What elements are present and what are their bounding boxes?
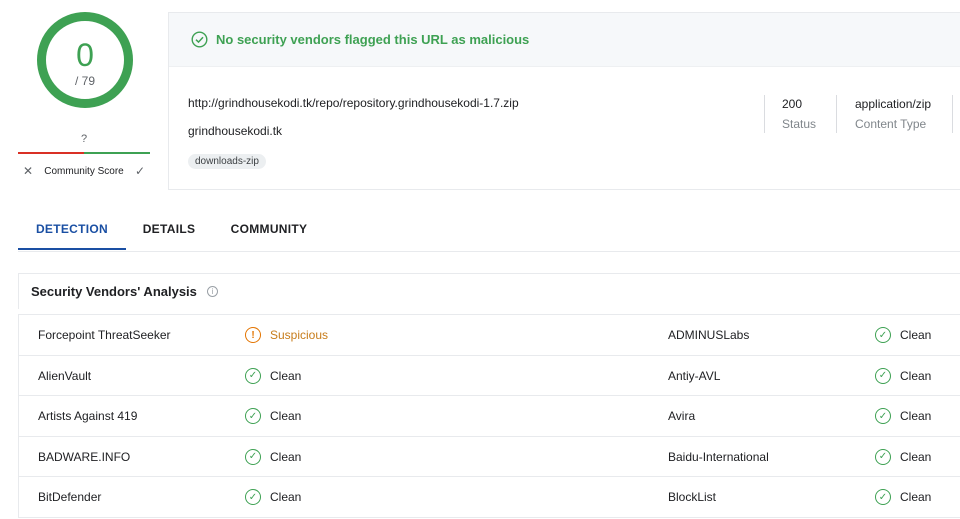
community-score-bar (18, 152, 150, 154)
check-circle-icon: ✓ (875, 489, 891, 505)
detection-count: 0 (76, 37, 94, 73)
scanned-domain[interactable]: grindhousekodi.tk (188, 124, 282, 138)
downvote-icon[interactable]: ✕ (18, 164, 38, 178)
table-row: BADWARE.INFO ✓ Clean Baidu-International ✓ Cl… (19, 437, 960, 477)
result-label: Clean (270, 368, 302, 383)
meta-divider (764, 95, 765, 133)
check-circle-icon: ✓ (875, 448, 891, 465)
meta-divider (836, 95, 837, 133)
vendor-name: Avira (668, 409, 696, 423)
alert-circle-icon: ! (245, 327, 261, 343)
community-score-row: ✕ Community Score ✓ (18, 163, 150, 179)
vendor-result: ! Suspicious (245, 315, 328, 355)
content-type-value: application/zip (855, 97, 932, 111)
table-row: BitDefender ✓ Clean BlockList ✓ Clean (19, 477, 960, 518)
community-score-label: Community Score (44, 165, 124, 177)
scanned-url[interactable]: http://grindhousekodi.tk/repo/repository… (188, 96, 519, 110)
vendor-name: Artists Against 419 (38, 409, 138, 423)
vendor-result: ✓ Clean (875, 396, 931, 436)
status-value: 200 (782, 97, 803, 111)
check-circle-icon (191, 31, 208, 48)
engine-total: / 79 (74, 74, 95, 88)
result-label: Clean (900, 449, 932, 464)
vendor-name: BADWARE.INFO (38, 449, 131, 464)
vendor-result: ✓ Clean (245, 356, 301, 396)
vendor-result: ✓ Clean (245, 437, 301, 477)
tab-community[interactable]: COMMUNITY (221, 210, 317, 250)
tab-detection[interactable]: DETECTION (18, 210, 126, 250)
content-type-label: Content Type (855, 117, 927, 131)
check-circle-icon: ✓ (875, 367, 891, 384)
result-label: Suspicious (270, 328, 329, 342)
vendor-result: ✓ Clean (245, 396, 301, 436)
check-circle-icon: ✓ (245, 367, 261, 384)
info-icon[interactable]: i (206, 286, 218, 297)
vendor-name: BlockList (668, 490, 717, 504)
analysis-title: Security Vendors' Analysis (31, 284, 197, 299)
check-circle-icon: ✓ (245, 408, 261, 424)
vendor-name: Forcepoint ThreatSeeker (38, 328, 171, 342)
analysis-header: Security Vendors' Analysis i (18, 273, 960, 309)
vendor-name: AlienVault (38, 368, 92, 383)
community-score-value: ? (80, 133, 88, 145)
tab-details[interactable]: DETAILS (131, 210, 207, 250)
vendor-result: ✓ Clean (875, 477, 931, 517)
check-circle-icon: ✓ (875, 327, 891, 343)
tab-bar: DETECTION DETAILS COMMUNITY (18, 210, 960, 252)
vendor-result: ✓ Clean (875, 356, 931, 396)
result-label: Clean (900, 328, 932, 342)
verdict-text: No security vendors flagged this URL as … (216, 32, 530, 47)
vendor-name: ADMINUSLabs (668, 328, 750, 342)
upvote-icon[interactable]: ✓ (130, 164, 150, 178)
vendor-name: Baidu-International (668, 449, 769, 464)
result-label: Clean (270, 449, 302, 464)
vendor-result: ✓ Clean (875, 437, 931, 477)
verdict-banner: No security vendors flagged this URL as … (169, 13, 960, 67)
score-ring: 0 / 79 (37, 12, 133, 108)
url-summary-panel: No security vendors flagged this URL as … (168, 12, 960, 190)
vendor-result: ✓ Clean (875, 315, 931, 355)
vendor-name: Antiy-AVL (668, 368, 721, 383)
tag-badge[interactable]: downloads-zip (188, 154, 266, 169)
result-label: Clean (900, 409, 932, 423)
vendor-results-table: Forcepoint ThreatSeeker! Suspicious ADMINU… (18, 314, 960, 518)
result-label: Clean (900, 368, 932, 383)
result-label: Clean (270, 409, 302, 423)
status-label: Status (782, 117, 817, 131)
vendor-result: ✓ Clean (245, 477, 301, 517)
meta-divider (952, 95, 953, 133)
table-row: Artists Against 419 ✓ Clean Avira ✓ Clean (19, 396, 960, 437)
table-row: Forcepoint ThreatSeeker! Suspicious ADMINU… (19, 315, 960, 356)
table-row: AlienVault ✓ Clean Antiy-AVL ✓ Clean (19, 356, 960, 396)
check-circle-icon: ✓ (245, 489, 261, 505)
vendor-name: BitDefender (38, 490, 102, 504)
check-circle-icon: ✓ (245, 448, 261, 465)
result-label: Clean (900, 490, 932, 504)
check-circle-icon: ✓ (875, 408, 891, 424)
result-label: Clean (270, 490, 302, 504)
